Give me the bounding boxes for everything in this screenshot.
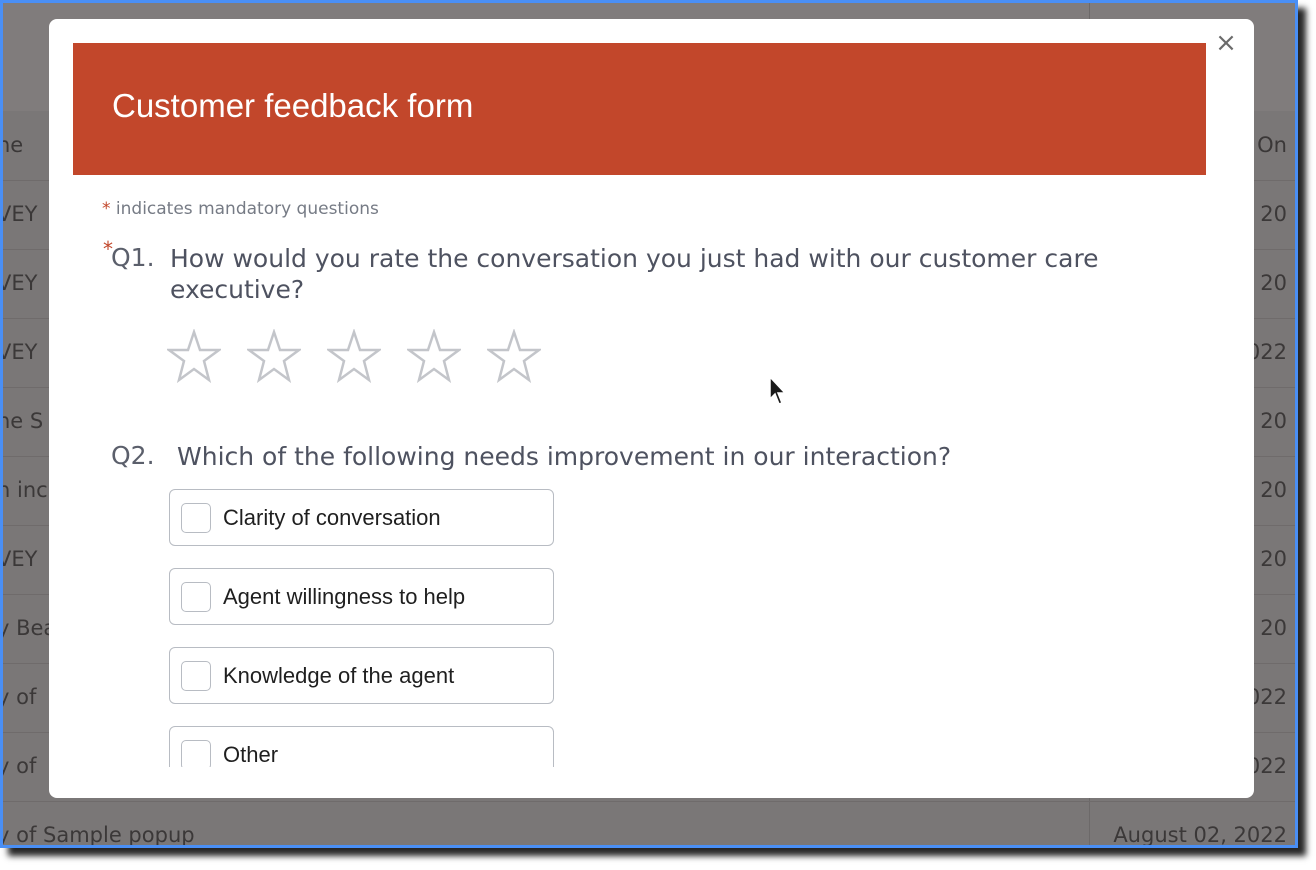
mandatory-note: * indicates mandatory questions bbox=[102, 199, 379, 219]
background-row-left: VEY bbox=[0, 202, 38, 226]
star-rating bbox=[165, 328, 567, 385]
checkbox[interactable] bbox=[181, 582, 211, 612]
background-table-row: y of Sample popup August 02, 2022 bbox=[0, 801, 1295, 847]
question-text: How would you rate the conversation you … bbox=[170, 244, 1099, 304]
star-icon[interactable] bbox=[405, 328, 463, 384]
star-icon[interactable] bbox=[245, 328, 303, 384]
background-row-left: y Bea bbox=[0, 616, 57, 640]
option-other[interactable]: Other bbox=[169, 726, 554, 767]
background-row-left: VEY bbox=[0, 547, 38, 571]
checkbox[interactable] bbox=[181, 503, 211, 533]
question-text: Which of the following needs improvement… bbox=[177, 442, 952, 471]
background-row-left: VEY bbox=[0, 340, 38, 364]
background-row-left: VEY bbox=[0, 271, 38, 295]
background-row-left: ne S bbox=[0, 409, 44, 433]
option-label: Clarity of conversation bbox=[223, 505, 441, 530]
question-number: Q1. bbox=[111, 243, 155, 272]
question-2: Q2. Which of the following needs improve… bbox=[111, 441, 1111, 481]
background-row-left: y of bbox=[0, 754, 37, 778]
mouse-cursor-icon bbox=[769, 376, 787, 405]
feedback-modal: × Customer feedback form * indicates man… bbox=[49, 19, 1254, 798]
star-icon[interactable] bbox=[485, 328, 543, 384]
improvement-options: Clarity of conversation Agent willingnes… bbox=[169, 489, 557, 767]
required-asterisk: * bbox=[102, 199, 111, 219]
close-icon: × bbox=[1215, 28, 1237, 58]
close-button[interactable]: × bbox=[1212, 29, 1240, 57]
option-label: Agent willingness to help bbox=[223, 584, 466, 609]
checkbox[interactable] bbox=[181, 740, 211, 767]
checkbox[interactable] bbox=[181, 661, 211, 691]
star-icon[interactable] bbox=[325, 328, 383, 384]
app-window: ne d On VEY , 20 VEY , 20 VEY 2022 ne S … bbox=[0, 0, 1298, 848]
form-header-banner: Customer feedback form bbox=[73, 43, 1206, 175]
option-label: Other bbox=[223, 742, 279, 767]
background-row-left: y of Sample popup bbox=[0, 823, 195, 847]
background-header-left: ne bbox=[3, 133, 24, 157]
option-clarity[interactable]: Clarity of conversation bbox=[169, 489, 554, 546]
question-number: Q2. bbox=[111, 441, 155, 470]
option-knowledge[interactable]: Knowledge of the agent bbox=[169, 647, 554, 704]
form-title: Customer feedback form bbox=[112, 87, 474, 124]
option-label: Knowledge of the agent bbox=[223, 663, 455, 688]
background-row-left: y of bbox=[0, 685, 37, 709]
mandatory-note-text: indicates mandatory questions bbox=[110, 199, 379, 219]
option-willingness[interactable]: Agent willingness to help bbox=[169, 568, 554, 625]
star-icon[interactable] bbox=[165, 328, 223, 384]
background-row-right: August 02, 2022 bbox=[1113, 823, 1287, 847]
background-row-left: n inc bbox=[0, 478, 48, 502]
